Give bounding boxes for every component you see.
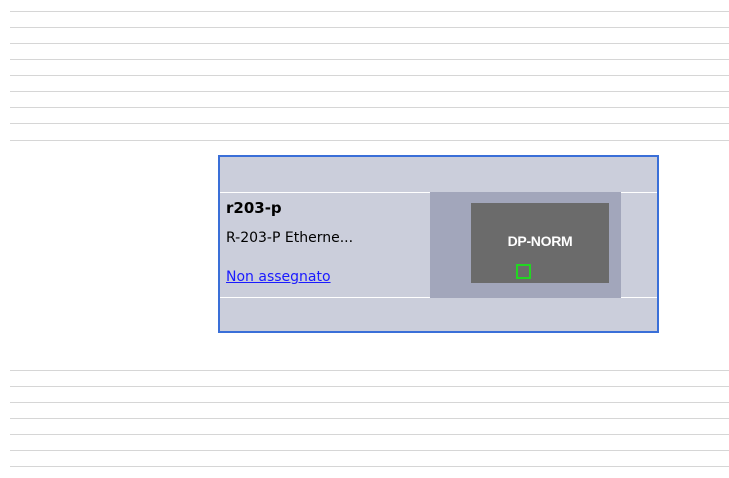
rail-line bbox=[10, 450, 729, 451]
assignment-link[interactable]: Non assegnato bbox=[226, 269, 331, 285]
network-view-canvas[interactable]: r203-p R-203-P Etherne... Non assegnato … bbox=[0, 0, 729, 478]
rail-line bbox=[10, 418, 729, 419]
rail-line bbox=[10, 466, 729, 467]
rail-line bbox=[10, 140, 729, 141]
rail-line bbox=[10, 43, 729, 44]
rail-line bbox=[10, 386, 729, 387]
rail-line bbox=[10, 11, 729, 12]
rail-line bbox=[10, 123, 729, 124]
device-name[interactable]: r203-p bbox=[226, 199, 282, 217]
device-box-r203-p[interactable]: r203-p R-203-P Etherne... Non assegnato … bbox=[218, 155, 659, 333]
rail-line bbox=[10, 370, 729, 371]
module-label: DP-NORM bbox=[507, 233, 573, 249]
rail-line bbox=[10, 434, 729, 435]
rail-line bbox=[10, 402, 729, 403]
module-slot-area: DP-NORM bbox=[430, 192, 621, 298]
rail-line bbox=[10, 91, 729, 92]
device-type-label: R-203-P Etherne... bbox=[226, 230, 354, 246]
rail-line bbox=[10, 75, 729, 76]
rail-line bbox=[10, 107, 729, 108]
rail-line bbox=[10, 59, 729, 60]
dp-norm-module[interactable]: DP-NORM bbox=[471, 203, 609, 283]
rail-line bbox=[10, 27, 729, 28]
network-port-icon[interactable] bbox=[516, 264, 531, 279]
